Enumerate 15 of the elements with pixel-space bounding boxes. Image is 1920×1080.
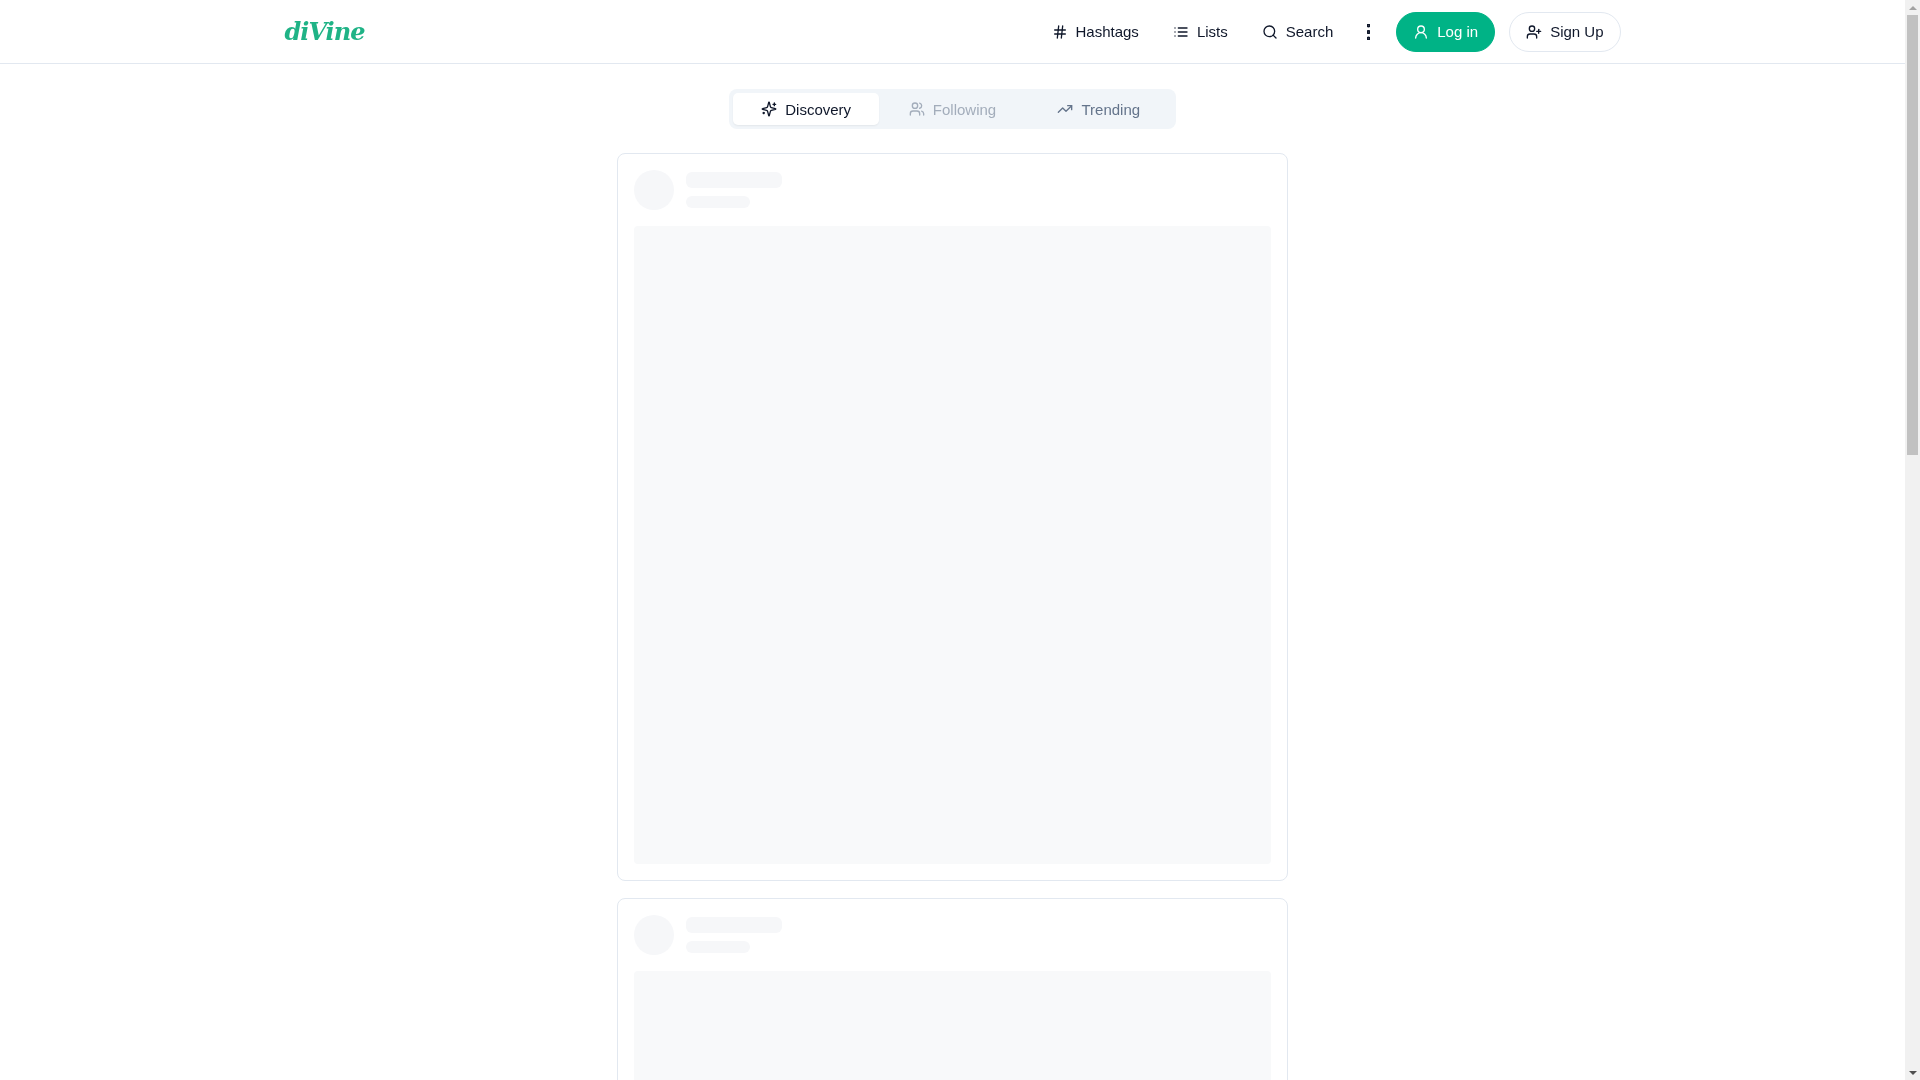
user-plus-icon [1526, 23, 1543, 40]
more-icon [1367, 23, 1371, 40]
nav-link[interactable]: Lists [1160, 11, 1240, 52]
scrollbar[interactable] [1905, 0, 1920, 1080]
signup-button[interactable]: Sign Up [1509, 11, 1621, 52]
tab[interactable]: Discovery [733, 93, 880, 125]
hashtag-icon [1051, 23, 1068, 40]
tab[interactable]: Trending [1025, 93, 1172, 125]
nav-link[interactable]: Hashtags [1039, 11, 1151, 52]
user-icon [1413, 23, 1430, 40]
users-icon [908, 101, 925, 117]
sparkles-icon [761, 101, 778, 117]
scrollbar-thumb[interactable] [1907, 15, 1918, 455]
search-icon [1261, 23, 1278, 40]
nav-link[interactable]: Search [1249, 11, 1346, 52]
